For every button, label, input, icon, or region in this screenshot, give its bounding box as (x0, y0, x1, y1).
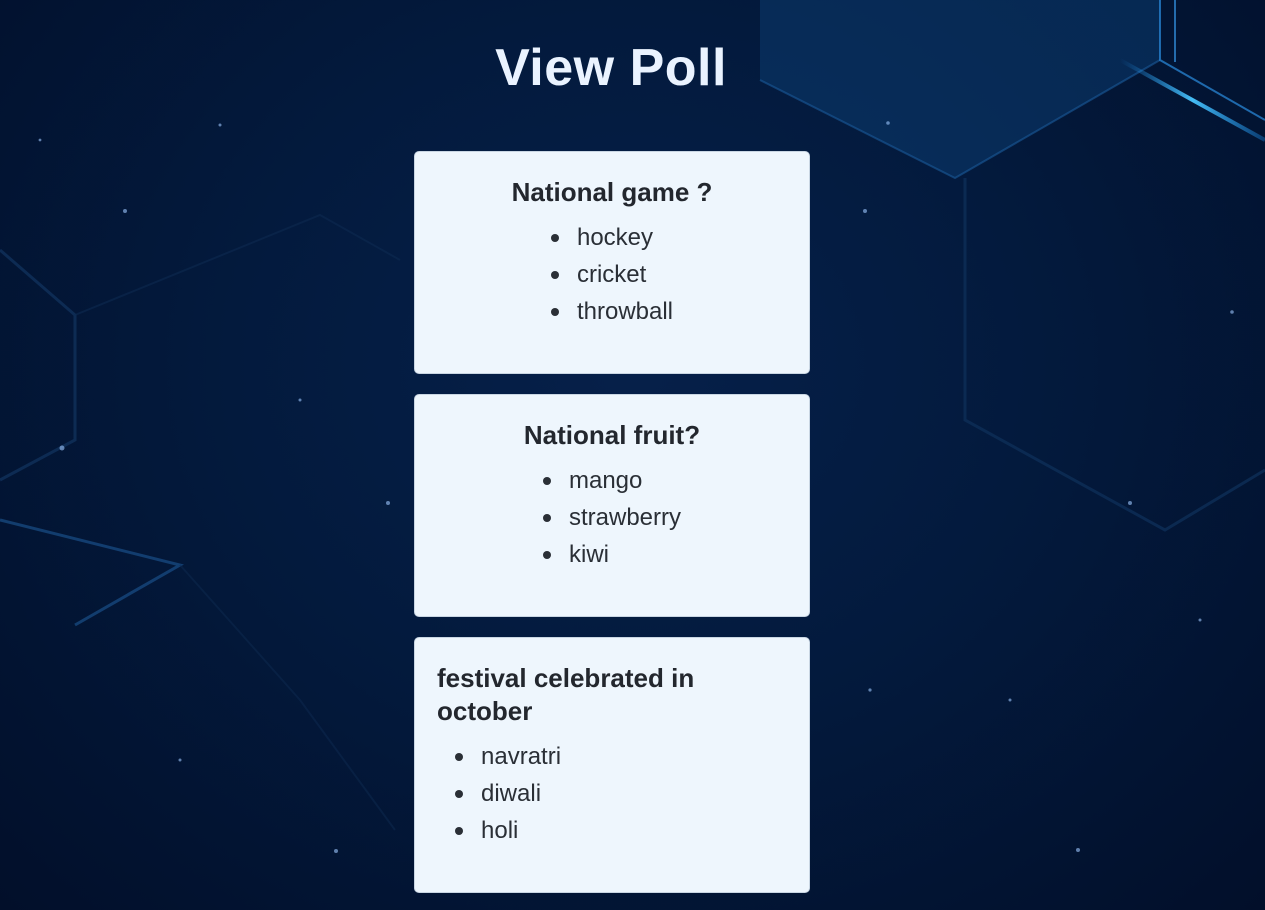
poll-option[interactable]: strawberry (542, 499, 681, 536)
poll-list: National game ? hockey cricket throwball… (414, 151, 810, 910)
poll-option[interactable]: holi (455, 812, 787, 849)
poll-card[interactable]: festival celebrated in october navratri … (414, 637, 810, 893)
poll-option[interactable]: hockey (550, 219, 673, 256)
poll-option[interactable]: throwball (550, 293, 673, 330)
poll-options-list: mango strawberry kiwi (542, 462, 681, 573)
poll-option[interactable]: kiwi (542, 536, 681, 573)
poll-card[interactable]: National fruit? mango strawberry kiwi (414, 394, 810, 617)
poll-option[interactable]: diwali (455, 775, 787, 812)
poll-options-list: navratri diwali holi (437, 738, 787, 849)
poll-question: National fruit? (523, 420, 701, 450)
page-title: View Poll (495, 39, 727, 97)
poll-option[interactable]: navratri (455, 738, 787, 775)
poll-card[interactable]: National game ? hockey cricket throwball (414, 151, 810, 374)
poll-option[interactable]: cricket (550, 256, 673, 293)
poll-question: National game ? (511, 177, 713, 207)
poll-option[interactable]: mango (542, 462, 681, 499)
poll-question: festival celebrated in october (437, 663, 695, 726)
poll-options-list: hockey cricket throwball (550, 219, 673, 330)
